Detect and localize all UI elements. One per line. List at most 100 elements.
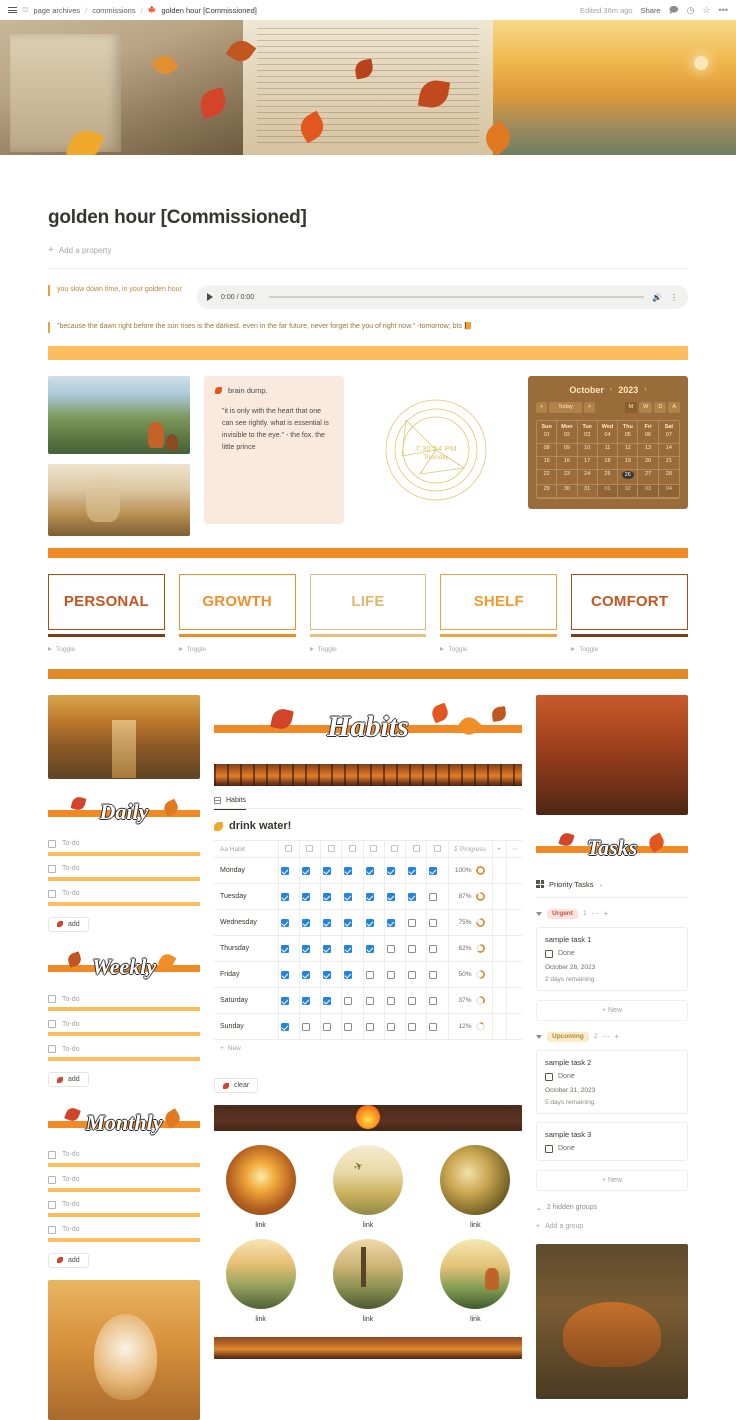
habits-checkbox-3[interactable] [321, 962, 342, 988]
todo-row[interactable]: To-do [48, 1020, 200, 1028]
category-button-growth[interactable]: GROWTH [179, 574, 296, 630]
habits-checkbox-3[interactable] [321, 936, 342, 962]
habits-checkbox-3[interactable] [321, 884, 342, 910]
calendar-day-17[interactable]: 17 [578, 457, 598, 470]
habits-col-check-6[interactable] [384, 841, 405, 858]
habits-checkbox-4[interactable] [342, 1014, 363, 1040]
link-label[interactable]: link [321, 1222, 414, 1229]
calendar-day-27[interactable]: 27 [638, 470, 658, 485]
table-row[interactable]: Monday100% [214, 858, 522, 884]
link-image-6[interactable] [440, 1239, 510, 1309]
calendar-day-23[interactable]: 23 [557, 470, 577, 485]
habits-checkbox-2[interactable] [299, 988, 320, 1014]
calendar-day-22[interactable]: 22 [537, 470, 557, 485]
weekly-add-button[interactable]: add [48, 1072, 89, 1087]
habits-checkbox-1[interactable] [278, 910, 299, 936]
habits-checkbox-5[interactable] [363, 884, 384, 910]
habits-checkbox-3[interactable] [321, 858, 342, 884]
link-cell-4[interactable]: link [214, 1239, 307, 1323]
habits-checkbox-6[interactable] [384, 962, 405, 988]
todo-row[interactable]: To-do [48, 1045, 200, 1053]
habits-checkbox-5[interactable] [363, 988, 384, 1014]
priority-tasks-board-title[interactable]: Priority Tasks ⌄ [536, 880, 688, 889]
habits-checkbox-3[interactable] [321, 988, 342, 1014]
monthly-add-button[interactable]: add [48, 1253, 89, 1268]
table-row[interactable]: Friday50% [214, 962, 522, 988]
habits-checkbox-8[interactable] [427, 910, 448, 936]
category-button-comfort[interactable]: COMFORT [571, 574, 688, 630]
habits-checkbox-4[interactable] [342, 910, 363, 936]
calendar-day-07[interactable]: 07 [659, 431, 679, 444]
habits-checkbox-1[interactable] [278, 884, 299, 910]
habits-checkbox-2[interactable] [299, 936, 320, 962]
new-task-button[interactable]: + New [536, 1000, 688, 1021]
todo-row[interactable]: To-do [48, 1201, 200, 1209]
habits-checkbox-6[interactable] [384, 988, 405, 1014]
checkbox[interactable] [545, 1073, 553, 1081]
category-toggle-shelf[interactable]: Toggle [440, 646, 557, 653]
table-row[interactable]: Tuesday87% [214, 884, 522, 910]
calendar-day-01[interactable]: 01 [598, 485, 618, 498]
calendar-next-icon[interactable]: › [644, 386, 646, 393]
calendar-day-06[interactable]: 06 [638, 431, 658, 444]
calendar-day-04[interactable]: 04 [598, 431, 618, 444]
calendar-day-09[interactable]: 09 [557, 444, 577, 457]
link-image-5[interactable] [333, 1239, 403, 1309]
habits-checkbox-7[interactable] [406, 858, 427, 884]
habits-checkbox-5[interactable] [363, 936, 384, 962]
calendar-day-05[interactable]: 05 [618, 431, 638, 444]
habits-checkbox-7[interactable] [406, 988, 427, 1014]
link-image-3[interactable] [440, 1145, 510, 1215]
calendar-day-12[interactable]: 12 [618, 444, 638, 457]
task-card[interactable]: sample task 1 Done October 28, 2023 2 da… [536, 927, 688, 991]
habits-checkbox-1[interactable] [278, 988, 299, 1014]
habits-checkbox-4[interactable] [342, 962, 363, 988]
habits-row-day[interactable]: Sunday [214, 1014, 278, 1040]
calendar-day-01[interactable]: 01 [537, 431, 557, 444]
habits-checkbox-1[interactable] [278, 858, 299, 884]
add-task-icon[interactable]: + [604, 909, 609, 918]
audio-progress-track[interactable] [269, 296, 644, 298]
habits-checkbox-3[interactable] [321, 1014, 342, 1040]
table-row[interactable]: Saturday37% [214, 988, 522, 1014]
add-task-icon[interactable]: + [614, 1032, 619, 1041]
audio-more-icon[interactable]: ⋮ [670, 293, 678, 302]
habits-checkbox-6[interactable] [384, 1014, 405, 1040]
calendar-day-30[interactable]: 30 [557, 485, 577, 498]
clock-icon[interactable]: ◷ [687, 6, 695, 15]
category-toggle-personal[interactable]: Toggle [48, 646, 165, 653]
habits-checkbox-8[interactable] [427, 1014, 448, 1040]
habits-checkbox-4[interactable] [342, 936, 363, 962]
comment-icon[interactable]: 🗩 [669, 6, 679, 15]
calendar-day-03[interactable]: 03 [638, 485, 658, 498]
checkbox[interactable] [48, 1176, 56, 1184]
habits-checkbox-1[interactable] [278, 1014, 299, 1040]
habits-checkbox-8[interactable] [427, 962, 448, 988]
task-done-row[interactable]: Done [545, 950, 679, 958]
more-icon[interactable]: ⋯ [602, 1033, 609, 1041]
calendar-day-26[interactable]: 26 [618, 470, 638, 485]
breadcrumb-commissions[interactable]: commissions [92, 6, 135, 15]
hamburger-icon[interactable] [8, 7, 17, 13]
category-toggle-comfort[interactable]: Toggle [571, 646, 688, 653]
link-cell-1[interactable]: link [214, 1145, 307, 1229]
link-cell-5[interactable]: link [321, 1239, 414, 1323]
breadcrumb-page-archives[interactable]: page archives [33, 6, 80, 15]
category-button-shelf[interactable]: SHELF [440, 574, 557, 630]
calendar-day-03[interactable]: 03 [578, 431, 598, 444]
checkbox[interactable] [48, 1045, 56, 1053]
todo-row[interactable]: To-do [48, 1151, 200, 1159]
habits-add-column-button[interactable]: + [492, 841, 506, 858]
calendar-prev-icon[interactable]: ‹ [610, 386, 612, 393]
category-toggle-life[interactable]: Toggle [310, 646, 427, 653]
habits-checkbox-2[interactable] [299, 910, 320, 936]
share-button[interactable]: Share [641, 6, 661, 15]
habits-checkbox-7[interactable] [406, 936, 427, 962]
category-button-personal[interactable]: PERSONAL [48, 574, 165, 630]
habits-checkbox-7[interactable] [406, 962, 427, 988]
calendar-day-24[interactable]: 24 [578, 470, 598, 485]
habits-checkbox-3[interactable] [321, 910, 342, 936]
habits-checkbox-8[interactable] [427, 858, 448, 884]
more-icon[interactable]: ⋯ [592, 910, 599, 918]
checkbox[interactable] [48, 840, 56, 848]
